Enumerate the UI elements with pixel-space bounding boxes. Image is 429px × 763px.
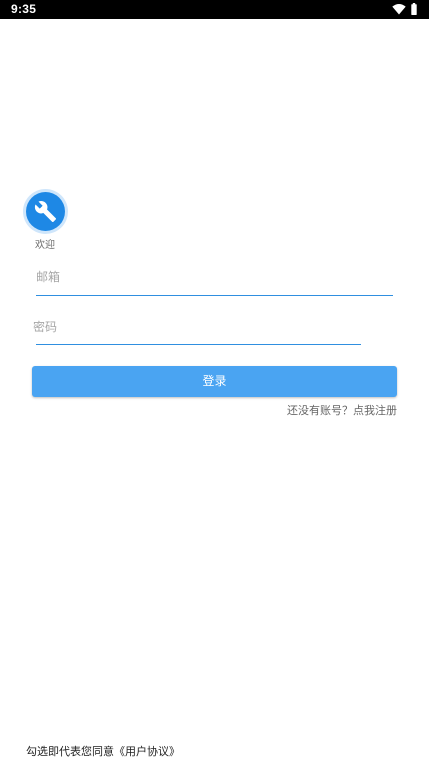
email-underline [36, 295, 393, 296]
status-time: 9:35 [11, 2, 37, 16]
user-agreement-text[interactable]: 勾选即代表您同意《用户协议》 [26, 743, 180, 759]
login-button[interactable]: 登录 [32, 366, 397, 397]
password-underline [36, 344, 361, 345]
welcome-text: 欢迎 [35, 240, 55, 251]
status-bar: 9:35 [0, 0, 429, 19]
password-field[interactable] [33, 327, 360, 345]
battery-icon [411, 3, 417, 15]
wrench-icon [34, 201, 57, 223]
wifi-icon [392, 4, 406, 15]
email-field[interactable] [36, 277, 391, 295]
app-logo [23, 189, 68, 234]
register-link[interactable]: 还没有账号？点我注册 [287, 402, 397, 418]
logo-circle [26, 192, 65, 231]
